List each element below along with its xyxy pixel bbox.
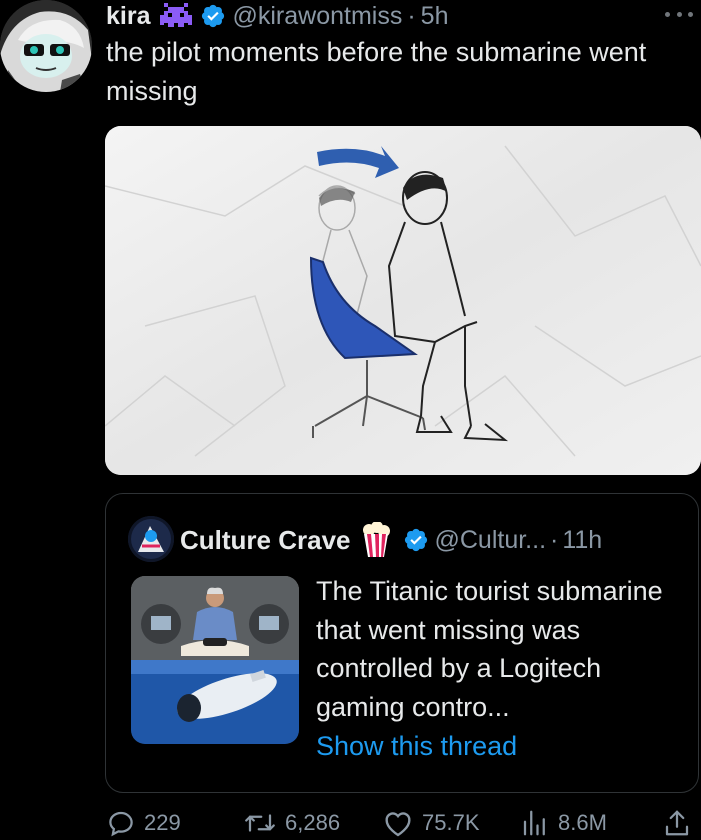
submarine-photo-icon: [131, 576, 299, 744]
tweet-header: kira @kirawontmiss · 5h: [106, 0, 448, 32]
tweet-media-image[interactable]: [105, 126, 701, 475]
view-count: 8.6M: [558, 810, 607, 835]
share-button[interactable]: [662, 806, 692, 840]
quote-text: The Titanic tourist submarine that went …: [316, 576, 663, 722]
retweet-icon: [245, 814, 275, 832]
user-avatar[interactable]: [0, 0, 92, 92]
alien-monster-icon: [160, 3, 193, 29]
verified-badge-icon: [200, 3, 226, 29]
quote-user-handle[interactable]: @Cultur...: [435, 526, 547, 555]
like-count: 75.7K: [422, 810, 480, 835]
heart-icon: [385, 812, 411, 837]
pilot-chair-sketch-icon: [105, 126, 701, 475]
tweet-view: kira @kirawontmiss · 5h the pilot moment…: [0, 0, 701, 840]
quote-tweet-card[interactable]: Culture Crave @Cultur... · 11h The Titan…: [105, 493, 699, 793]
tweet-action-bar: 229 6,286 75.7K 8.6M: [0, 806, 701, 840]
popcorn-icon: [361, 521, 391, 558]
share-icon: [665, 810, 689, 836]
show-thread-link[interactable]: Show this thread: [316, 731, 517, 762]
quote-user-avatar[interactable]: [128, 516, 174, 562]
separator-dot: ·: [407, 1, 416, 30]
quote-header: Culture Crave @Cultur... · 11h: [180, 521, 602, 558]
user-handle[interactable]: @kirawontmiss: [232, 2, 402, 31]
quote-display-name[interactable]: Culture Crave: [180, 525, 351, 556]
views-bar-chart-icon: [523, 810, 545, 836]
culture-crave-logo-icon: [128, 516, 174, 562]
tweet-text: the pilot moments before the submarine w…: [106, 37, 647, 106]
display-name[interactable]: kira: [106, 2, 150, 31]
quote-media-thumbnail[interactable]: [131, 576, 299, 744]
retweet-button[interactable]: 6,286: [243, 806, 340, 840]
reply-count: 229: [144, 810, 181, 835]
views-button[interactable]: 8.6M: [520, 806, 607, 840]
like-button[interactable]: 75.7K: [382, 806, 480, 840]
quote-verified-badge-icon: [403, 527, 429, 553]
reply-button[interactable]: 229: [106, 806, 181, 840]
tweet-timestamp[interactable]: 5h: [421, 2, 449, 31]
reply-icon: [109, 811, 133, 837]
more-options-icon[interactable]: [665, 6, 693, 22]
quote-separator-dot: ·: [550, 525, 559, 554]
retweet-count: 6,286: [285, 810, 341, 835]
quote-timestamp[interactable]: 11h: [562, 526, 602, 555]
avatar-image: [0, 0, 92, 92]
